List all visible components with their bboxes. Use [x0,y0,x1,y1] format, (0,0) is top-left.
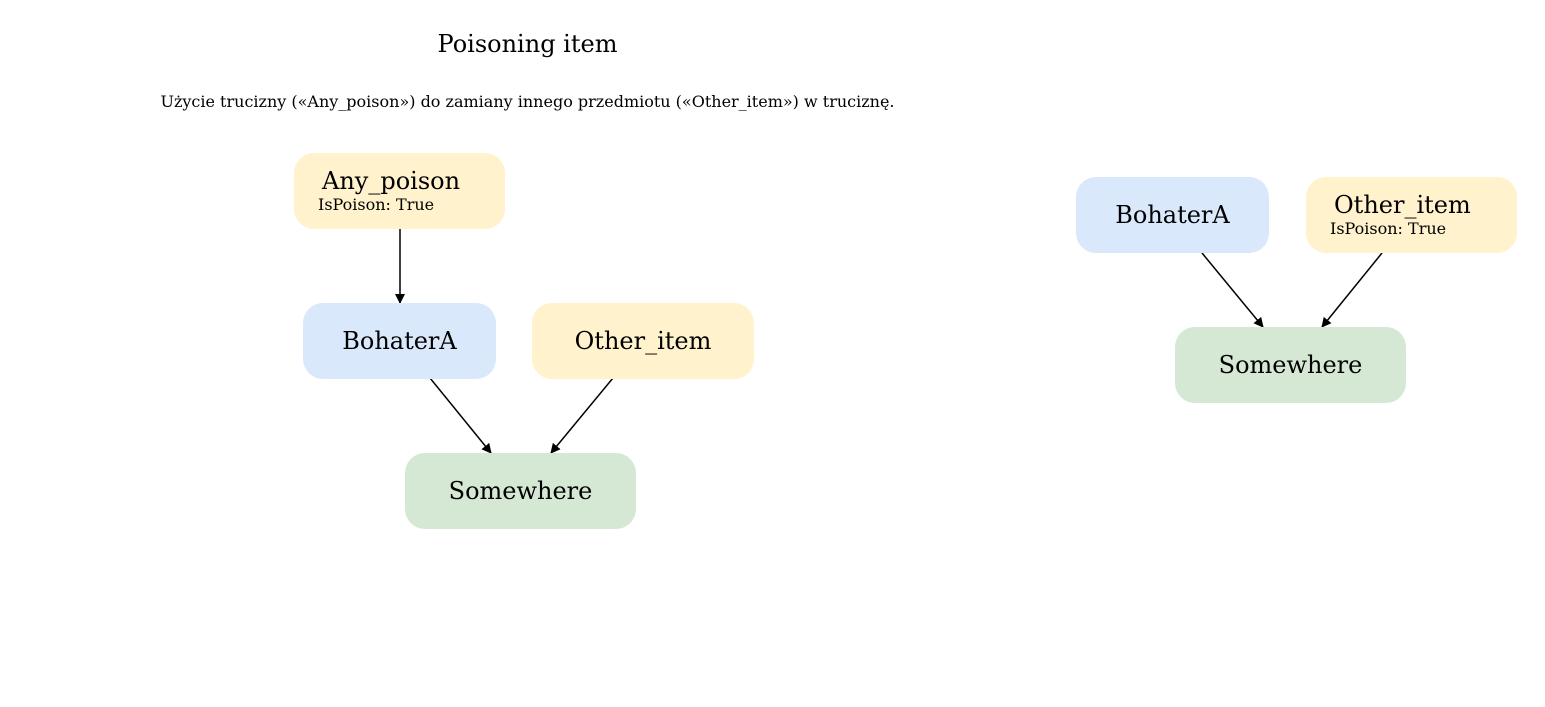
edge-after-otheritem-to-somewhere [1321,252,1383,328]
node-other-item-label: Other_item [574,327,712,355]
node-after-hero: BohaterA [1076,177,1269,253]
edge-after-hero-to-somewhere [1201,252,1264,328]
node-after-other-item-prop: IsPoison: True [1330,219,1447,238]
node-after-hero-label: BohaterA [1115,201,1230,229]
node-hero-label: BohaterA [342,327,457,355]
node-after-somewhere: Somewhere [1175,327,1406,403]
node-any-poison-label: Any_poison [322,167,461,195]
node-any-poison: Any_poison IsPoison: True [294,153,505,229]
node-after-other-item: Other_item IsPoison: True [1306,177,1517,253]
edge-hero-to-somewhere [429,377,492,454]
node-after-somewhere-label: Somewhere [1218,351,1363,379]
node-somewhere: Somewhere [405,453,636,529]
node-any-poison-prop: IsPoison: True [318,195,435,214]
node-somewhere-label: Somewhere [448,477,593,505]
edge-otheritem-to-somewhere [550,377,614,454]
node-other-item: Other_item [532,303,754,379]
node-after-other-item-label: Other_item [1334,191,1471,219]
node-hero: BohaterA [303,303,496,379]
